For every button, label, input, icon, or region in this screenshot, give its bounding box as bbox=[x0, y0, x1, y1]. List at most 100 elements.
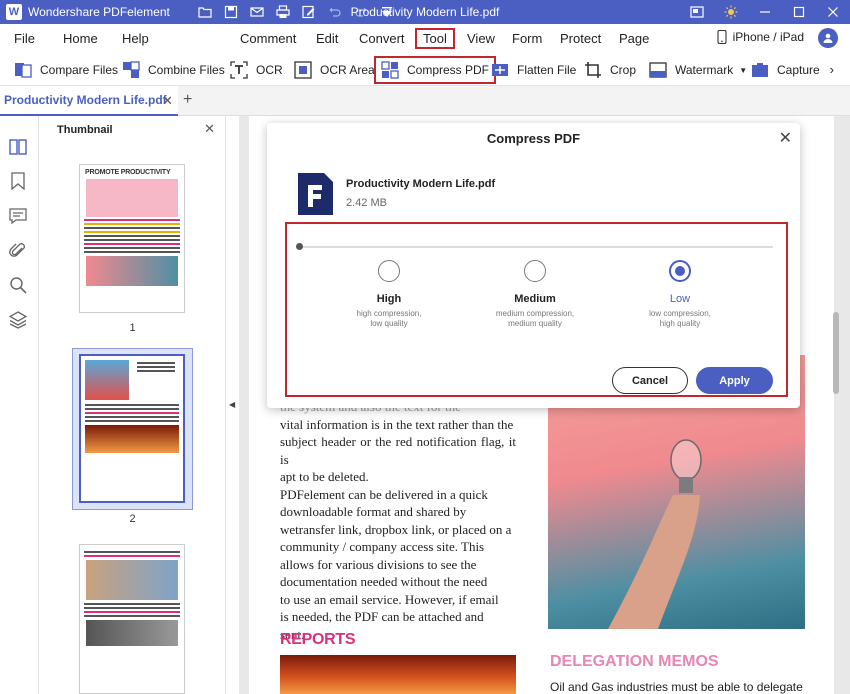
search-icon[interactable] bbox=[9, 276, 29, 296]
user-avatar-icon[interactable] bbox=[818, 28, 838, 48]
watermark-dropdown-icon[interactable]: ▼ bbox=[739, 66, 747, 75]
crop-icon bbox=[585, 62, 601, 78]
menu-edit[interactable]: Edit bbox=[316, 31, 338, 46]
menu-protect[interactable]: Protect bbox=[560, 31, 601, 46]
thumbnail-page1-heading: PROMOTE PRODUCTIVITY bbox=[85, 169, 171, 176]
option-medium[interactable]: Medium medium compression, medium qualit… bbox=[475, 260, 595, 329]
save-icon[interactable] bbox=[218, 0, 244, 24]
ocr-area-icon bbox=[294, 61, 312, 79]
option-medium-desc: medium quality bbox=[508, 319, 562, 328]
radio-medium[interactable] bbox=[524, 260, 546, 282]
option-high-label: High bbox=[376, 293, 402, 305]
combine-files-button[interactable]: Combine Files bbox=[122, 58, 225, 82]
thumbnail-page2-photo bbox=[85, 360, 129, 400]
tab-close-icon[interactable]: ✕ bbox=[162, 93, 173, 109]
attachment-icon[interactable] bbox=[9, 242, 29, 262]
close-window-icon[interactable] bbox=[816, 0, 850, 24]
crop-label: Crop bbox=[610, 63, 637, 77]
dialog-file-name: Productivity Modern Life.pdf bbox=[346, 178, 496, 190]
iphone-ipad-button[interactable]: iPhone / iPad bbox=[717, 30, 804, 44]
document-tab-label: Productivity Modern Life.pdf bbox=[4, 93, 167, 107]
radio-low-selected[interactable] bbox=[669, 260, 691, 282]
apply-button[interactable]: Apply bbox=[696, 367, 773, 394]
collapse-panel-icon[interactable]: ◀ bbox=[229, 400, 235, 409]
ocr-area-label: OCR Area bbox=[320, 63, 375, 77]
maximize-icon[interactable] bbox=[782, 0, 816, 24]
screen-mode-icon[interactable] bbox=[680, 0, 714, 24]
menu-file[interactable]: File bbox=[14, 31, 35, 46]
theme-sun-icon[interactable] bbox=[714, 0, 748, 24]
dialog-close-icon[interactable]: ✕ bbox=[779, 128, 792, 148]
option-medium-label: Medium bbox=[514, 293, 556, 305]
document-tab[interactable]: Productivity Modern Life.pdf bbox=[0, 86, 178, 116]
redo-icon[interactable] bbox=[348, 0, 374, 24]
edit-icon[interactable] bbox=[296, 0, 322, 24]
open-folder-icon[interactable] bbox=[192, 0, 218, 24]
thumbnail-line bbox=[84, 243, 180, 245]
menu-view[interactable]: View bbox=[467, 31, 495, 46]
thumbnail-line bbox=[84, 239, 180, 241]
cancel-button[interactable]: Cancel bbox=[612, 367, 688, 394]
option-high[interactable]: High high compression, low quality bbox=[329, 260, 449, 329]
page-thumbnail-2[interactable] bbox=[79, 354, 185, 503]
document-line: community / company access site. This bbox=[280, 539, 485, 554]
undo-icon[interactable] bbox=[322, 0, 348, 24]
thumbnail-line bbox=[85, 416, 179, 418]
capture-label: Capture bbox=[777, 63, 820, 77]
menu-comment[interactable]: Comment bbox=[240, 31, 296, 46]
thumbnail-panel: Thumbnail ✕ PROMOTE PRODUCTIVITY 1 2 bbox=[39, 116, 226, 694]
dialog-file-size: 2.42 MB bbox=[346, 197, 387, 209]
page-thumbnail-3[interactable] bbox=[79, 544, 185, 694]
menu-page[interactable]: Page bbox=[619, 31, 649, 46]
menu-convert[interactable]: Convert bbox=[359, 31, 405, 46]
comment-icon[interactable] bbox=[9, 207, 29, 227]
bookmark-icon[interactable] bbox=[9, 172, 29, 192]
thumbnail-line bbox=[84, 607, 180, 609]
menu-help[interactable]: Help bbox=[122, 31, 149, 46]
crop-button[interactable]: Crop bbox=[584, 58, 636, 82]
menu-form[interactable]: Form bbox=[512, 31, 542, 46]
watermark-label: Watermark bbox=[675, 63, 734, 77]
ocr-button[interactable]: OCR bbox=[230, 58, 283, 82]
customize-dropdown-icon[interactable] bbox=[374, 0, 400, 24]
compression-options: High high compression, low quality Mediu… bbox=[285, 222, 788, 397]
new-tab-plus-icon[interactable]: + bbox=[183, 91, 192, 109]
capture-button[interactable]: Capture bbox=[751, 58, 820, 82]
menu-home[interactable]: Home bbox=[63, 31, 98, 46]
document-line: wetransfer link, dropbox link, or placed… bbox=[280, 521, 512, 537]
title-bar: W Wondershare PDFelement Productivity Mo… bbox=[0, 0, 850, 24]
thumbnail-line bbox=[84, 611, 180, 613]
thumbnail-line bbox=[85, 412, 179, 414]
thumbnail-line bbox=[84, 235, 180, 237]
thumbnail-panel-icon[interactable] bbox=[9, 138, 29, 158]
thumbnail-close-icon[interactable]: ✕ bbox=[204, 121, 215, 137]
print-icon[interactable] bbox=[270, 0, 296, 24]
progress-track bbox=[299, 246, 773, 248]
option-low[interactable]: Low low compression, high quality bbox=[620, 260, 740, 329]
tab-bar: Productivity Modern Life.pdf ✕ + bbox=[0, 86, 850, 116]
menu-tool[interactable]: Tool bbox=[415, 28, 455, 49]
radio-high[interactable] bbox=[378, 260, 400, 282]
thumbnail-page1-photo bbox=[86, 256, 178, 286]
combine-files-icon bbox=[123, 61, 140, 78]
thumbnail-line bbox=[84, 251, 180, 253]
tool-ribbon: Compare Files Combine Files OCR OCR Area… bbox=[0, 54, 850, 86]
watermark-button[interactable]: Watermark ▼ bbox=[649, 58, 747, 82]
chevron-right-icon[interactable]: › bbox=[830, 62, 834, 77]
menu-bar: File Home Help Comment Edit Convert Tool… bbox=[0, 24, 850, 54]
page-thumbnail-1[interactable]: PROMOTE PRODUCTIVITY bbox=[79, 164, 185, 313]
document-line: PDFelement can be delivered in a quick bbox=[280, 486, 488, 502]
ocr-icon bbox=[230, 61, 248, 79]
email-icon[interactable] bbox=[244, 0, 270, 24]
layers-icon[interactable] bbox=[8, 311, 29, 331]
compare-files-button[interactable]: Compare Files bbox=[14, 58, 118, 82]
vertical-scrollbar[interactable] bbox=[833, 312, 839, 394]
option-high-desc: high compression, bbox=[356, 309, 422, 318]
app-name: Wondershare PDFelement bbox=[28, 5, 170, 19]
compress-pdf-button[interactable]: Compress PDF bbox=[374, 56, 497, 84]
flatten-file-button[interactable]: Flatten File bbox=[491, 58, 576, 82]
ocr-area-button[interactable]: OCR Area bbox=[294, 58, 375, 82]
compress-pdf-icon bbox=[381, 61, 399, 79]
thumbnail-line bbox=[137, 362, 175, 364]
minimize-icon[interactable] bbox=[748, 0, 782, 24]
